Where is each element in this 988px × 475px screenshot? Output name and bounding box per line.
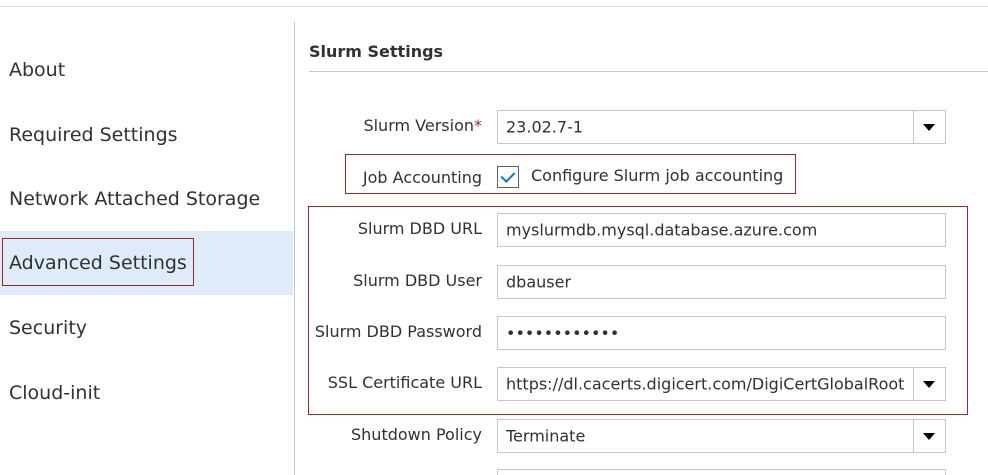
sidebar-item-label: Network Attached Storage	[9, 188, 261, 210]
required-mark: *	[474, 116, 482, 135]
dbd-password-value: ••••••••••••	[506, 323, 620, 343]
dbd-user-field[interactable]: dbauser	[497, 265, 946, 299]
dbd-user-value: dbauser	[506, 272, 572, 292]
section-title: Slurm Settings	[309, 42, 444, 61]
checkmark-icon	[500, 168, 516, 183]
shutdown-policy-label: Shutdown Policy	[351, 425, 482, 444]
sidebar-item-required-settings[interactable]: Required Settings	[0, 103, 293, 167]
slurm-version-select[interactable]: 23.02.7-1	[497, 110, 946, 144]
sidebar-item-label: Security	[9, 317, 88, 339]
ssl-certificate-url-label: SSL Certificate URL	[327, 373, 482, 392]
ssl-certificate-url-combobox[interactable]: https://dl.cacerts.digicert.com/DigiCert…	[497, 367, 946, 401]
section-divider	[309, 71, 988, 72]
ssl-certificate-dropdown-button[interactable]	[913, 368, 945, 400]
slurm-version-dropdown-button[interactable]	[913, 111, 945, 143]
sidebar-item-security[interactable]: Security	[0, 296, 293, 360]
slurm-version-label-text: Slurm Version	[363, 116, 474, 135]
ssl-certificate-url-value: https://dl.cacerts.digicert.com/DigiCert…	[506, 374, 905, 394]
sidebar-nav: About Required Settings Network Attached…	[0, 22, 295, 475]
sidebar-item-label: About	[9, 59, 66, 81]
dbd-url-field[interactable]: myslurmdb.mysql.database.azure.com	[497, 213, 946, 247]
next-field-partial[interactable]	[497, 469, 946, 475]
shutdown-policy-select[interactable]: Terminate	[497, 419, 946, 453]
dbd-user-label: Slurm DBD User	[353, 271, 482, 290]
dbd-password-label: Slurm DBD Password	[314, 322, 482, 341]
top-divider	[0, 6, 988, 7]
shutdown-policy-value: Terminate	[506, 426, 586, 446]
dbd-url-value: myslurmdb.mysql.database.azure.com	[506, 220, 818, 240]
sidebar-item-label: Cloud-init	[9, 382, 101, 404]
sidebar-item-label: Advanced Settings	[9, 252, 187, 274]
job-accounting-label: Job Accounting	[362, 168, 482, 187]
sidebar-item-advanced-settings[interactable]: Advanced Settings	[0, 231, 293, 295]
job-accounting-checkbox[interactable]	[497, 166, 519, 188]
chevron-down-icon	[923, 433, 935, 440]
dbd-password-field[interactable]: ••••••••••••	[497, 316, 946, 350]
job-accounting-checkbox-label[interactable]: Configure Slurm job accounting	[531, 166, 783, 185]
chevron-down-icon	[923, 124, 935, 131]
chevron-down-icon	[923, 381, 935, 388]
sidebar-item-about[interactable]: About	[0, 38, 293, 102]
dbd-url-label: Slurm DBD URL	[357, 219, 482, 238]
slurm-version-value: 23.02.7-1	[506, 117, 584, 137]
sidebar-item-network-attached-storage[interactable]: Network Attached Storage	[0, 167, 293, 231]
slurm-version-label: Slurm Version*	[363, 116, 482, 135]
sidebar-item-label: Required Settings	[9, 124, 178, 146]
shutdown-policy-dropdown-button[interactable]	[913, 420, 945, 452]
sidebar-item-cloud-init[interactable]: Cloud-init	[0, 361, 293, 425]
